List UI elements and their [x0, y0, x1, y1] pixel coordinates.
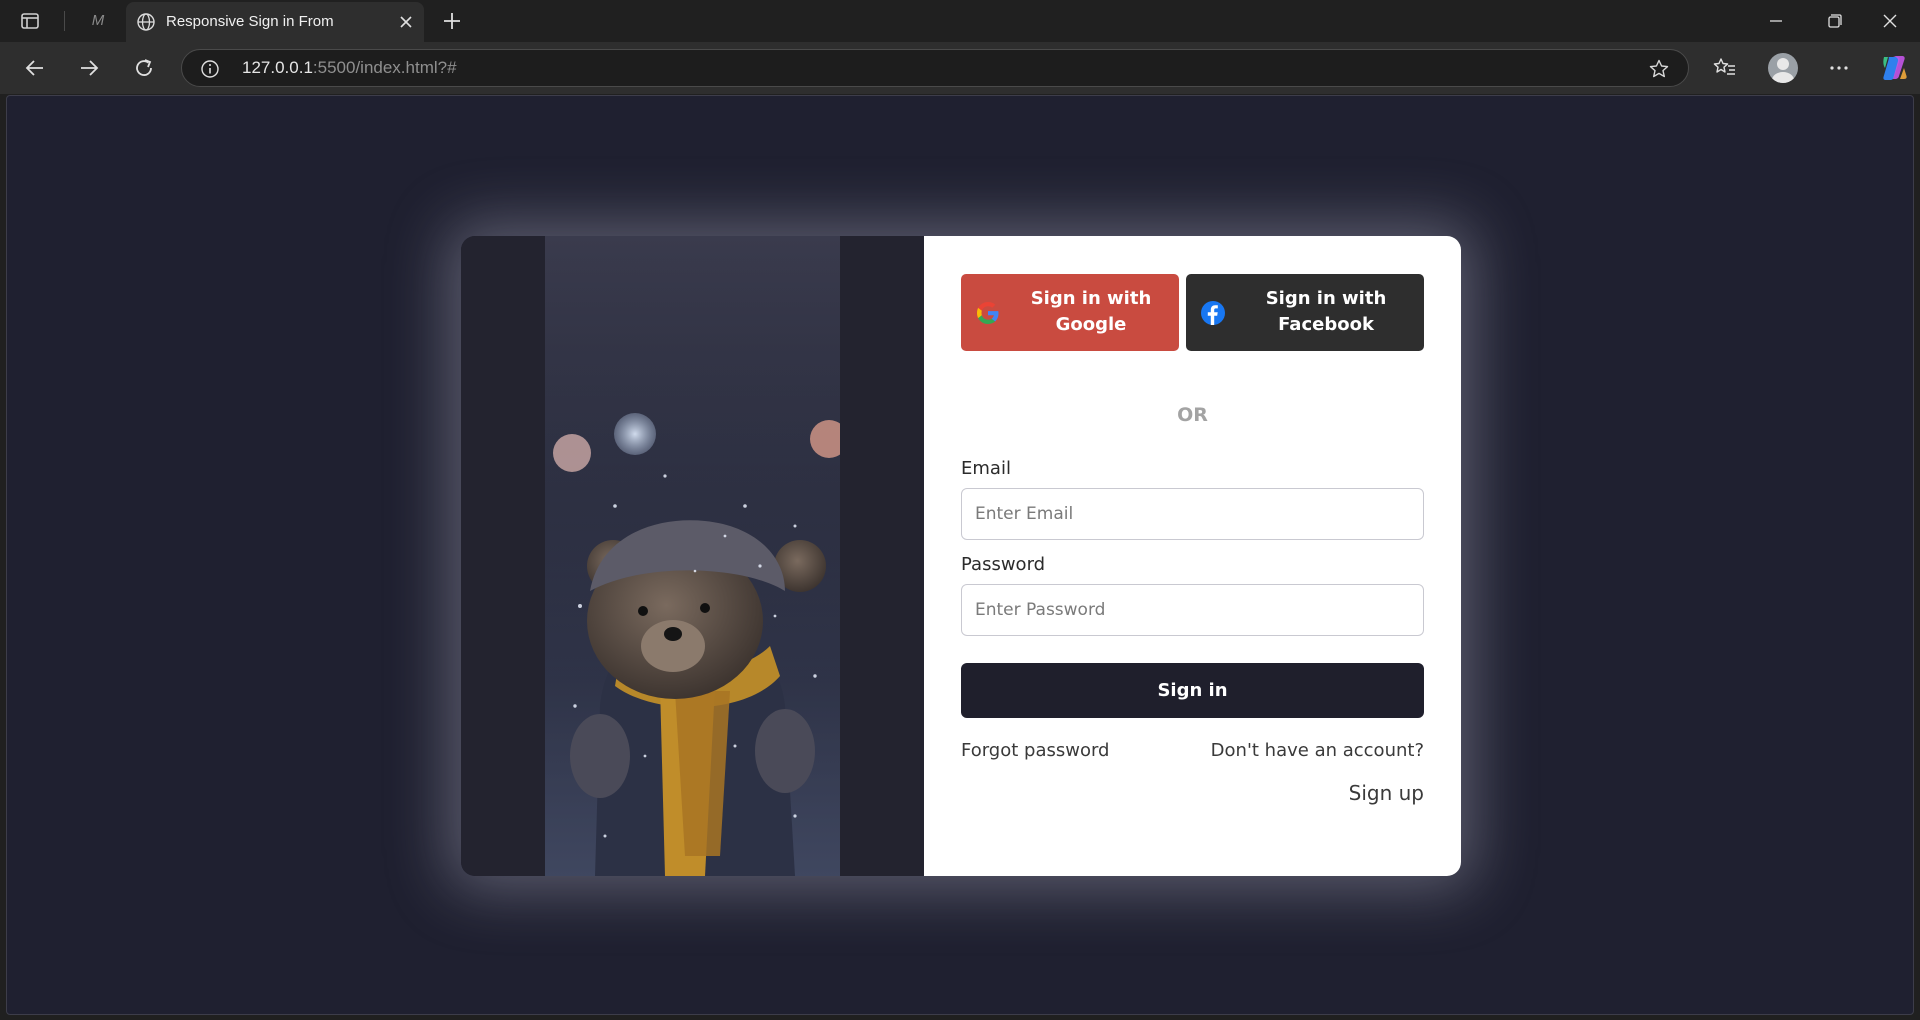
google-signin-button[interactable]: Sign in with Google	[961, 274, 1179, 351]
window-close-icon[interactable]	[1878, 10, 1902, 32]
browser-toolbar: 127.0.0.1:5500/index.html?#	[0, 42, 1920, 94]
tab-separator	[64, 11, 65, 31]
close-tab-icon[interactable]	[396, 12, 416, 32]
tab-actions-icon[interactable]	[18, 9, 42, 33]
teddy-bear-photo	[545, 236, 840, 876]
page-viewport: Sign in with Google Sign in with Faceboo…	[6, 95, 1914, 1015]
signup-link[interactable]: Sign up	[1349, 781, 1424, 805]
globe-icon	[136, 12, 156, 32]
profile-avatar[interactable]	[1768, 53, 1798, 83]
email-input[interactable]	[961, 488, 1424, 540]
restore-icon[interactable]	[1822, 10, 1846, 32]
no-account-text: Don't have an account?	[1210, 740, 1424, 761]
google-button-label: Sign in with Google	[1030, 288, 1152, 335]
signin-button[interactable]: Sign in	[961, 663, 1424, 718]
email-label: Email	[961, 458, 1011, 479]
address-bar[interactable]: 127.0.0.1:5500/index.html?#	[181, 49, 1689, 87]
url-host: 127.0.0.1	[242, 58, 313, 77]
facebook-button-label: Sign in with Facebook	[1265, 288, 1387, 335]
more-options-icon[interactable]	[1826, 55, 1852, 81]
card-image-panel	[461, 236, 924, 876]
google-icon	[975, 300, 1001, 326]
signin-form-panel: Sign in with Google Sign in with Faceboo…	[924, 236, 1461, 876]
favorite-star-icon[interactable]	[1648, 58, 1670, 80]
url-text: 127.0.0.1:5500/index.html?#	[242, 50, 457, 86]
password-input[interactable]	[961, 584, 1424, 636]
favorites-icon[interactable]	[1712, 55, 1738, 81]
url-path: :5500/index.html?#	[312, 58, 457, 77]
new-tab-icon[interactable]	[440, 9, 464, 33]
browser-tab-bar: M Responsive Sign in From	[0, 0, 1920, 42]
site-info-icon[interactable]	[200, 59, 220, 79]
facebook-signin-button[interactable]: Sign in with Facebook	[1186, 274, 1424, 351]
forgot-password-link[interactable]: Forgot password	[961, 740, 1109, 761]
back-icon[interactable]	[22, 55, 48, 81]
or-divider: OR	[1177, 404, 1208, 426]
signin-card: Sign in with Google Sign in with Faceboo…	[461, 236, 1461, 876]
forward-icon[interactable]	[76, 55, 102, 81]
facebook-icon	[1200, 300, 1226, 326]
copilot-icon[interactable]	[1880, 53, 1910, 83]
minimize-icon[interactable]	[1764, 10, 1788, 32]
password-label: Password	[961, 554, 1046, 575]
tab-inactive[interactable]: M	[80, 8, 116, 34]
tab-title: Responsive Sign in From	[166, 13, 334, 30]
tab-active[interactable]: Responsive Sign in From	[126, 2, 424, 42]
refresh-icon[interactable]	[131, 55, 157, 81]
